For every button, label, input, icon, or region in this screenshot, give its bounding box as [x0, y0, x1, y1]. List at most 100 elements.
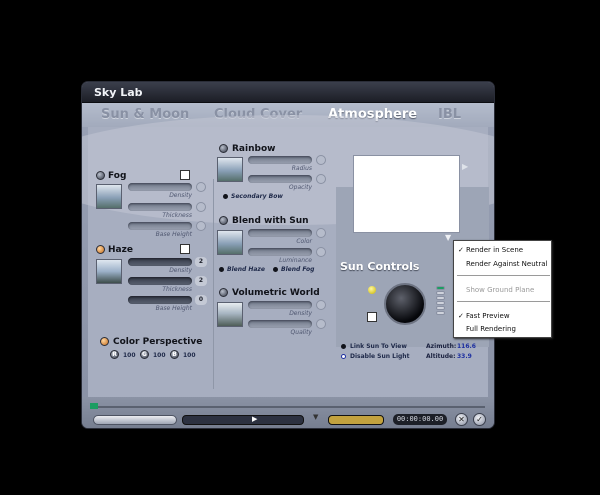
blend-luminance-knob[interactable]: [316, 247, 326, 257]
haze-thickness-slider[interactable]: [128, 277, 192, 285]
blend-with-sun-label: Blend with Sun: [232, 216, 309, 226]
volumetric-world-thumbnail: [217, 302, 243, 327]
sky-preview[interactable]: [353, 155, 460, 233]
rainbow-label: Rainbow: [232, 144, 276, 154]
fog-base-height-knob[interactable]: [196, 221, 206, 231]
timeline-scrubber[interactable]: [90, 403, 98, 409]
timeline-track[interactable]: [90, 406, 485, 408]
window-title: Sky Lab: [94, 86, 143, 99]
time-display[interactable]: 00:00:00.00: [393, 414, 447, 425]
menu-item-full-rendering[interactable]: Full Rendering: [466, 325, 516, 333]
haze-density-label: Density: [169, 267, 192, 274]
volumetric-quality-label: Quality: [290, 329, 312, 336]
fog-thickness-slider[interactable]: [128, 203, 192, 211]
sky-lab-window: Sky Lab Sun & Moon Cloud Cover Atmospher…: [82, 82, 494, 428]
preview-context-menu: ✓ Render in Scene Render Against Neutral…: [453, 240, 552, 338]
title-bar[interactable]: Sky Lab: [82, 82, 494, 103]
ok-icon[interactable]: ✓: [473, 413, 486, 426]
rainbow-radius-knob[interactable]: [316, 155, 326, 165]
sun-intensity-meter[interactable]: [436, 286, 445, 323]
cancel-icon[interactable]: ✕: [455, 413, 468, 426]
volumetric-world-toggle-icon[interactable]: [219, 288, 228, 297]
rainbow-radius-slider[interactable]: [248, 156, 312, 164]
sun-checkbox[interactable]: [367, 312, 377, 322]
menu-item-render-in-scene[interactable]: Render in Scene: [466, 246, 523, 254]
fog-toggle-icon[interactable]: [96, 171, 105, 180]
blue-channel-value[interactable]: 100: [183, 352, 196, 359]
rainbow-opacity-knob[interactable]: [316, 174, 326, 184]
blend-color-slider[interactable]: [248, 229, 312, 237]
link-sun-to-view-label[interactable]: Link Sun To View: [350, 343, 407, 350]
haze-thickness-label: Thickness: [162, 286, 192, 293]
key-controls[interactable]: [328, 415, 384, 425]
blend-haze-label[interactable]: Blend Haze: [227, 266, 265, 273]
blend-fog-label[interactable]: Blend Fog: [281, 266, 314, 273]
playback-controls[interactable]: [182, 415, 304, 425]
fog-thickness-label: Thickness: [162, 212, 192, 219]
menu-separator: [457, 301, 550, 302]
rainbow-radius-label: Radius: [291, 165, 312, 172]
sun-color-icon[interactable]: [368, 286, 376, 294]
rainbow-toggle-icon[interactable]: [219, 144, 228, 153]
haze-thickness-value[interactable]: 2: [195, 276, 207, 286]
sun-dial-icon[interactable]: [384, 283, 426, 325]
blend-color-label: Color: [296, 238, 312, 245]
haze-label: Haze: [108, 245, 133, 255]
haze-base-height-slider[interactable]: [128, 296, 192, 304]
fog-thickness-knob[interactable]: [196, 202, 206, 212]
color-perspective-label: Color Perspective: [113, 337, 203, 347]
rainbow-opacity-slider[interactable]: [248, 175, 312, 183]
secondary-bow-label[interactable]: Secondary Bow: [231, 193, 283, 200]
menu-item-fast-preview[interactable]: Fast Preview: [466, 312, 510, 320]
volumetric-quality-slider[interactable]: [248, 320, 312, 328]
fog-thumbnail: [96, 184, 122, 209]
fog-checkbox[interactable]: [180, 170, 190, 180]
disable-sun-light-label[interactable]: Disable Sun Light: [350, 353, 409, 360]
fog-density-knob[interactable]: [196, 182, 206, 192]
menu-item-show-ground-plane: Show Ground Plane: [466, 286, 535, 294]
blend-with-sun-toggle-icon[interactable]: [219, 216, 228, 225]
haze-density-slider[interactable]: [128, 258, 192, 266]
haze-density-value[interactable]: 2: [195, 257, 207, 267]
preview-options-icon[interactable]: ▼: [445, 233, 451, 242]
preview-expand-icon[interactable]: ▶: [462, 162, 468, 171]
rainbow-opacity-label: Opacity: [288, 184, 312, 191]
rainbow-thumbnail: [217, 157, 243, 182]
blend-luminance-label: Luminance: [279, 257, 312, 264]
play-icon[interactable]: ▶: [252, 415, 257, 423]
link-sun-to-view-radio[interactable]: [341, 344, 346, 349]
menu-item-render-against-neutral[interactable]: Render Against Neutral: [466, 260, 548, 268]
fast-preview-check-icon: ✓: [458, 312, 464, 320]
azimuth-label: Azimuth:: [426, 343, 457, 350]
tab-ibl[interactable]: IBL: [438, 107, 461, 122]
haze-base-height-value[interactable]: 0: [195, 295, 207, 305]
blend-haze-radio[interactable]: [219, 267, 224, 272]
secondary-bow-radio[interactable]: [223, 194, 228, 199]
keyframe-buttons[interactable]: [93, 415, 177, 425]
render-in-scene-check-icon: ✓: [458, 246, 464, 254]
blend-luminance-slider[interactable]: [248, 248, 312, 256]
color-perspective-toggle-icon[interactable]: [100, 337, 109, 346]
fog-density-label: Density: [169, 192, 192, 199]
altitude-value[interactable]: 33.9: [457, 353, 472, 360]
fog-base-height-slider[interactable]: [128, 222, 192, 230]
volumetric-density-slider[interactable]: [248, 301, 312, 309]
volumetric-density-knob[interactable]: [316, 300, 326, 310]
volumetric-quality-knob[interactable]: [316, 319, 326, 329]
azimuth-value[interactable]: 116.6: [457, 343, 476, 350]
haze-checkbox[interactable]: [180, 244, 190, 254]
blend-color-knob[interactable]: [316, 228, 326, 238]
fog-density-slider[interactable]: [128, 183, 192, 191]
haze-thumbnail: [96, 259, 122, 284]
blue-channel-icon: B: [170, 350, 179, 359]
disable-sun-light-radio[interactable]: [341, 354, 346, 359]
sun-controls-title: Sun Controls: [340, 260, 420, 273]
green-channel-icon: G: [140, 350, 149, 359]
haze-toggle-icon[interactable]: [96, 245, 105, 254]
fog-base-height-label: Base Height: [155, 231, 192, 238]
chevron-down-icon[interactable]: ▼: [313, 413, 318, 421]
blend-fog-radio[interactable]: [273, 267, 278, 272]
red-channel-value[interactable]: 100: [123, 352, 136, 359]
green-channel-value[interactable]: 100: [153, 352, 166, 359]
column-divider: [213, 179, 214, 389]
